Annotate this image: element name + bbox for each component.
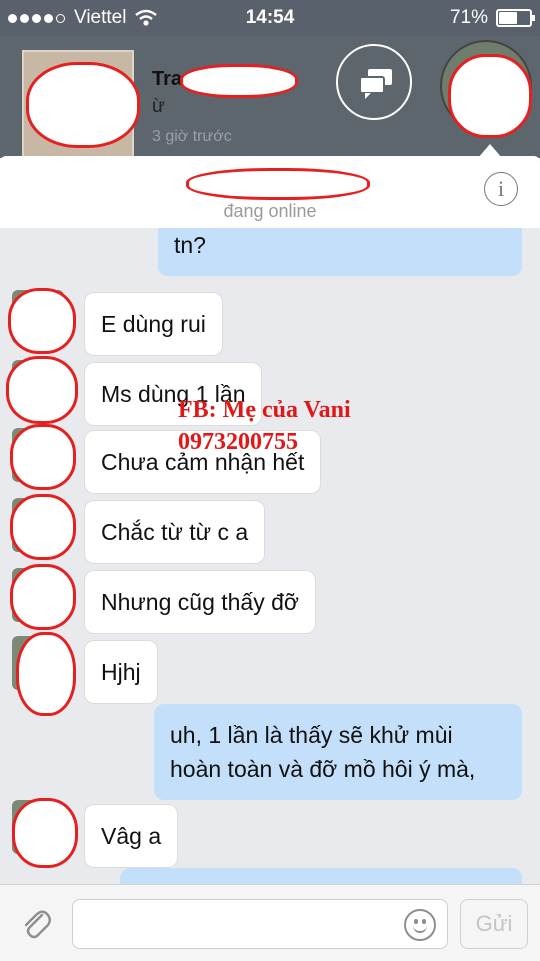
watermark-line: FB: Mẹ của Vani bbox=[178, 397, 351, 423]
message-text: uh, 1 lần là thấy sẽ khử mùi bbox=[170, 722, 453, 748]
online-status: đang online bbox=[223, 201, 317, 221]
message-input[interactable] bbox=[72, 899, 448, 949]
message-text: Vâg a bbox=[101, 823, 162, 849]
info-icon[interactable]: i bbox=[484, 172, 518, 206]
chat-head-bar: Tra ừ 3 giờ trước bbox=[0, 36, 540, 160]
message-bubble-incoming: E dùng rui bbox=[84, 292, 223, 356]
message-list[interactable]: tn? E dùng rui Ms dùng 1 lần Chưa cảm nh… bbox=[0, 228, 540, 884]
redaction-mark bbox=[448, 54, 532, 138]
redaction-mark bbox=[10, 424, 76, 490]
redaction-mark bbox=[16, 632, 76, 716]
message-text: Chắc từ từ c a bbox=[101, 519, 249, 545]
message-time: 3 giờ trước bbox=[152, 128, 232, 145]
redaction-mark bbox=[186, 168, 370, 200]
message-composer: Gửi bbox=[0, 884, 540, 961]
message-bubble-incoming: Chắc từ từ c a bbox=[84, 500, 266, 564]
sender-name[interactable]: Tra bbox=[152, 68, 182, 91]
message-bubble-outgoing: tn? bbox=[158, 228, 522, 276]
redaction-mark bbox=[10, 494, 76, 560]
message-text: E dùng rui bbox=[101, 311, 206, 337]
redaction-mark bbox=[8, 288, 76, 354]
emoji-icon[interactable] bbox=[404, 909, 436, 941]
message-bubble-incoming: Nhưng cũg thấy đỡ bbox=[84, 570, 316, 634]
message-bubble-outgoing: uh, 1 lần là thấy sẽ khử mùi hoàn toàn v… bbox=[154, 704, 522, 800]
redaction-mark bbox=[180, 64, 298, 98]
send-button[interactable]: Gửi bbox=[460, 899, 528, 949]
chat-bubbles-icon bbox=[359, 69, 392, 99]
paperclip-icon[interactable] bbox=[20, 907, 54, 941]
redaction-mark bbox=[26, 62, 140, 148]
battery-icon bbox=[496, 9, 535, 27]
message-text: tn? bbox=[174, 232, 206, 258]
watermark: FB: Mẹ của Vani 0973200755 bbox=[178, 394, 351, 458]
chat-heads-button[interactable] bbox=[336, 44, 412, 120]
message-text: Hjhj bbox=[101, 659, 141, 685]
message-preview: ừ bbox=[152, 96, 165, 117]
watermark-line: 0973200755 bbox=[178, 429, 298, 455]
redaction-mark bbox=[6, 356, 78, 424]
battery-info: 71% bbox=[449, 7, 535, 29]
battery-percent: 71% bbox=[449, 7, 488, 28]
redaction-mark bbox=[10, 564, 76, 630]
conversation-header: đang online i bbox=[0, 156, 540, 228]
message-bubble-outgoing bbox=[120, 868, 522, 884]
message-text: hoàn toàn và đỡ mồ hôi ý mà, bbox=[170, 756, 476, 782]
message-bubble-incoming: Vâg a bbox=[84, 804, 179, 868]
status-bar: Viettel 14:54 71% bbox=[0, 0, 540, 36]
message-text: Nhưng cũg thấy đỡ bbox=[101, 589, 299, 615]
message-bubble-incoming: Hjhj bbox=[84, 640, 158, 704]
redaction-mark bbox=[12, 798, 78, 868]
